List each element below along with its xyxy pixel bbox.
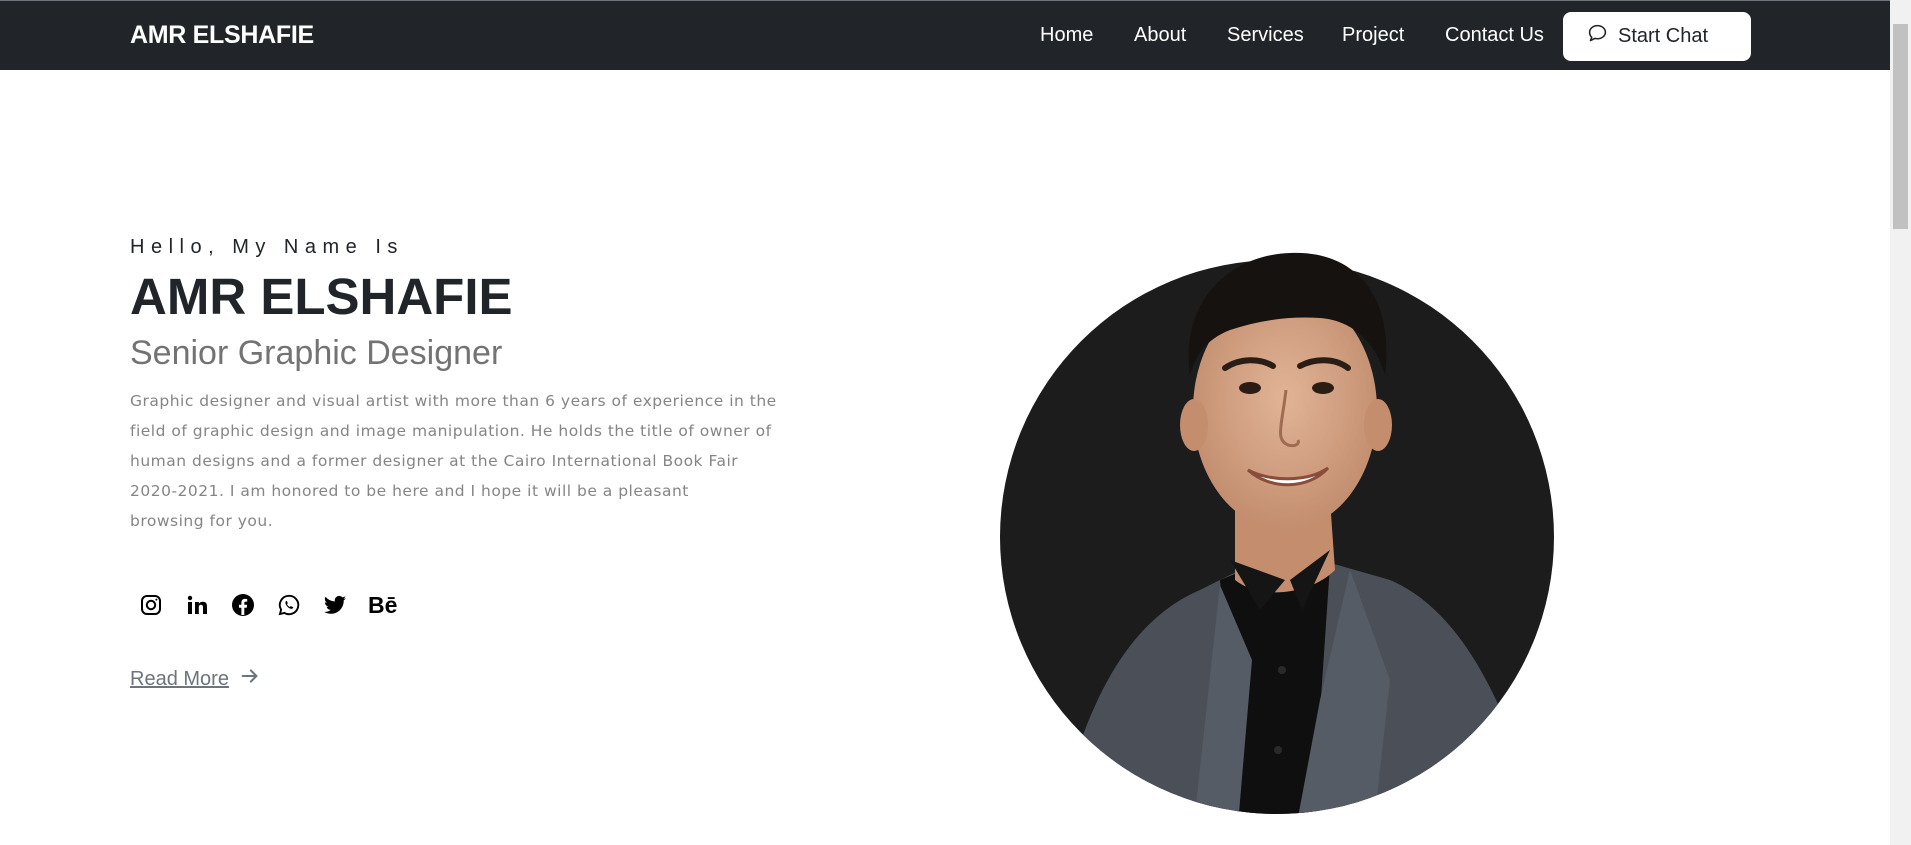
instagram-icon[interactable]	[138, 592, 164, 618]
behance-icon[interactable]: Bē	[368, 592, 397, 618]
nav-about[interactable]: About	[1134, 24, 1186, 47]
description-line: browsing for you.	[130, 511, 274, 530]
description-line: 2020-2021. I am honored to be here and I…	[130, 481, 689, 500]
portrait-illustration	[1000, 252, 1554, 814]
nav-home[interactable]: Home	[1040, 24, 1093, 47]
nav-project[interactable]: Project	[1342, 24, 1404, 47]
navbar: AMR ELSHAFIE Home About Services Project…	[0, 0, 1890, 70]
start-chat-button[interactable]: Start Chat	[1563, 12, 1751, 61]
brand-logo[interactable]: AMR ELSHAFIE	[130, 21, 314, 50]
description-line: human designs and a former designer at t…	[130, 451, 739, 470]
whatsapp-icon[interactable]	[276, 592, 302, 618]
nav-contact-us[interactable]: Contact Us	[1445, 24, 1544, 47]
hero-greeting: Hello, My Name Is	[130, 236, 404, 258]
start-chat-label: Start Chat	[1618, 25, 1709, 47]
twitter-icon[interactable]	[322, 592, 348, 618]
social-links: Bē	[138, 590, 417, 620]
arrow-right-icon	[239, 665, 261, 693]
read-more-label: Read More	[130, 667, 229, 690]
hero-text: Hello, My Name Is AMR ELSHAFIE Senior Gr…	[130, 236, 790, 536]
scrollbar-thumb[interactable]	[1893, 24, 1908, 229]
chat-bubble-icon	[1587, 23, 1608, 50]
hero-role: Senior Graphic Designer	[130, 334, 503, 373]
page-scrollbar[interactable]	[1890, 0, 1911, 845]
description-line: Graphic designer and visual artist with …	[130, 391, 777, 410]
profile-portrait	[990, 140, 1590, 820]
read-more-link[interactable]: Read More	[130, 665, 261, 693]
nav-services[interactable]: Services	[1227, 24, 1304, 47]
hero-description: Graphic designer and visual artist with …	[130, 386, 785, 536]
description-line: field of graphic design and image manipu…	[130, 421, 772, 440]
hero-name: AMR ELSHAFIE	[130, 268, 513, 325]
linkedin-icon[interactable]	[184, 592, 210, 618]
facebook-icon[interactable]	[230, 592, 256, 618]
